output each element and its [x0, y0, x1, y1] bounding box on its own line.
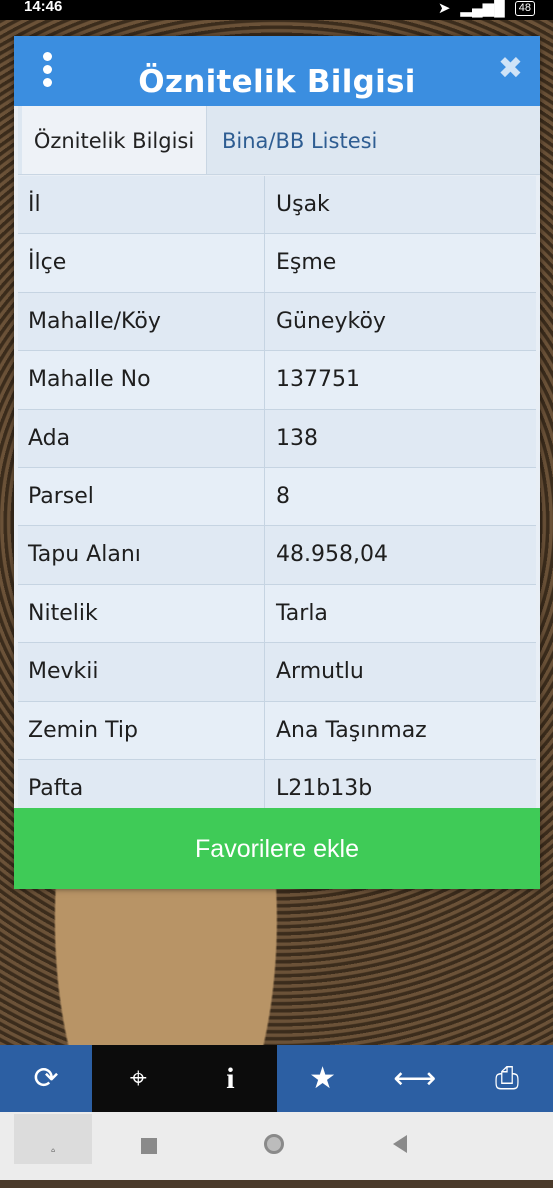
add-favorites-button[interactable]: Favorilere ekle — [14, 808, 540, 889]
measure-icon[interactable]: ⟷ — [369, 1045, 461, 1112]
table-row: Parsel 8 — [18, 467, 536, 527]
row-label: Zemin Tip — [28, 701, 265, 759]
row-label: Parsel — [28, 467, 265, 526]
logo-watermark: ⌂ — [14, 1114, 92, 1164]
row-value: Armutlu — [276, 659, 364, 685]
table-row: Nitelik Tarla — [18, 584, 536, 644]
info-icon[interactable]: i — [184, 1045, 277, 1112]
status-bar: 14:46 ➤ ▂▄▆█ 48 — [0, 0, 553, 20]
table-row: İlçe Eşme — [18, 234, 536, 293]
tab-building-list[interactable]: Bina/BB Listesi — [222, 106, 377, 174]
battery-icon: 48 — [514, 0, 535, 16]
row-value: Tarla — [276, 600, 328, 626]
row-value: Güneyköy — [276, 308, 386, 334]
table-row: İl Uşak — [18, 176, 536, 235]
row-label: Nitelik — [28, 584, 265, 643]
row-label: Mahalle No — [28, 351, 265, 409]
back-icon[interactable] — [393, 1135, 407, 1153]
tab-attribute-info[interactable]: Öznitelik Bilgisi — [22, 106, 207, 174]
row-value: 137751 — [276, 367, 360, 393]
row-label: Mevkii — [28, 643, 265, 701]
dialog-title: Öznitelik Bilgisi — [138, 64, 416, 100]
tab-bar: Öznitelik Bilgisi Bina/BB Listesi — [18, 106, 540, 175]
star-icon[interactable]: ★ — [277, 1045, 369, 1112]
row-label: Tapu Alanı — [28, 526, 265, 584]
refresh-icon[interactable]: ⟳ — [0, 1045, 92, 1112]
recent-apps-icon[interactable] — [141, 1138, 157, 1154]
table-row: Zemin Tip Ana Taşınmaz — [18, 701, 536, 760]
locate-icon[interactable]: ⌖ — [92, 1045, 185, 1112]
close-icon[interactable]: ✖ — [498, 51, 523, 86]
dialog-header: Öznitelik Bilgisi ✖ — [14, 36, 540, 106]
signal-icon: ▂▄▆█ — [460, 0, 505, 17]
status-icons: ➤ ▂▄▆█ 48 — [438, 0, 535, 17]
table-row: Mahalle/Köy Güneyköy — [18, 292, 536, 352]
row-label: Mahalle/Köy — [28, 292, 265, 351]
table-row: Ada 138 — [18, 409, 536, 468]
table-row: Mahalle No 137751 — [18, 351, 536, 410]
table-row: Tapu Alanı 48.958,04 — [18, 526, 536, 585]
location-icon: ➤ — [437, 0, 451, 17]
print-icon[interactable]: ⎙ — [461, 1045, 553, 1112]
row-value: 138 — [276, 425, 318, 451]
status-time: 14:46 — [24, 0, 63, 15]
row-label: Ada — [28, 409, 265, 467]
row-value: 48.958,04 — [276, 542, 388, 568]
table-row: Mevkii Armutlu — [18, 643, 536, 702]
attribute-table: İl Uşak İlçe Eşme Mahalle/Köy Güneyköy Maha… — [18, 176, 536, 819]
map-toolbar: ⟳ ⌖ i ★ ⟷ ⎙ — [0, 1045, 553, 1112]
row-value: 8 — [276, 483, 290, 509]
row-value: Ana Taşınmaz — [276, 717, 427, 743]
android-nav-bar: ⌂ — [0, 1112, 553, 1180]
home-icon[interactable] — [264, 1134, 284, 1154]
row-label: İlçe — [28, 234, 265, 292]
row-label: İl — [28, 176, 265, 234]
attribute-dialog: Öznitelik Bilgisi ✖ Öznitelik Bilgisi Bi… — [14, 36, 540, 889]
row-value: Uşak — [276, 192, 330, 217]
row-value: Eşme — [276, 250, 337, 276]
